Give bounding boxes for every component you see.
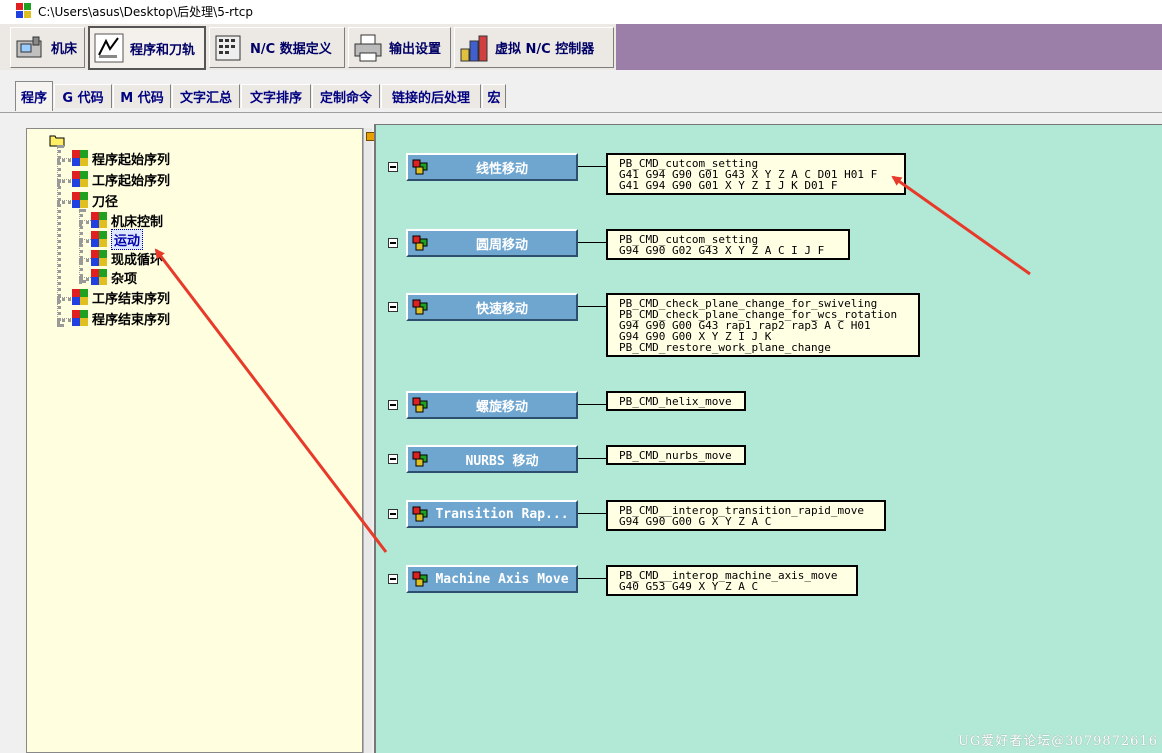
program-tree: 程序起始序列 工序起始序列 刀径 机床控制 运动 现成循环 杂项 工序结束序列 … <box>26 128 363 753</box>
tab-virtual-controller[interactable]: 虚拟 N/C 控制器 <box>454 27 614 68</box>
event-icon <box>412 571 428 587</box>
collapse-toggle[interactable] <box>388 162 398 172</box>
nc-data-icon <box>214 33 244 63</box>
collapse-toggle[interactable] <box>388 302 398 312</box>
collapse-toggle[interactable] <box>388 454 398 464</box>
tab-linked-posts[interactable]: 链接的后处理 <box>381 84 481 108</box>
tab-word-summary[interactable]: 文字汇总 <box>172 84 240 108</box>
collapse-toggle[interactable] <box>388 238 398 248</box>
tab-g-code[interactable]: G 代码 <box>54 84 112 108</box>
tree-item-program-start[interactable]: 程序起始序列 <box>72 149 170 168</box>
event-button-nurbs-move[interactable]: NURBS 移动 <box>406 445 578 473</box>
tree-item-toolpath[interactable]: 刀径 <box>72 191 118 210</box>
tree-item-motion[interactable]: 运动 <box>91 228 144 250</box>
sequence-icon <box>72 289 88 305</box>
sub-tab-strip: 程序 G 代码 M 代码 文字汇总 文字排序 定制命令 链接的后处理 宏 <box>0 72 1162 113</box>
tree-item-canned-cycle[interactable]: 现成循环 <box>91 249 163 268</box>
event-canvas: 线性移动 PB_CMD_cutcom_setting G41 G94 G90 G… <box>374 124 1162 753</box>
tab-nc-data[interactable]: N/C 数据定义 <box>209 27 345 68</box>
collapse-toggle[interactable] <box>388 509 398 519</box>
event-icon <box>412 506 428 522</box>
event-group-icon <box>91 231 107 247</box>
tab-word-sequence[interactable]: 文字排序 <box>241 84 311 108</box>
tab-program[interactable]: 程序 <box>15 81 53 111</box>
virtual-controller-icon <box>459 33 489 63</box>
tree-item-machine-control[interactable]: 机床控制 <box>91 211 163 230</box>
event-icon <box>412 235 428 251</box>
event-block[interactable]: PB_CMD_check_plane_change_for_swiveling … <box>606 293 920 357</box>
collapse-toggle[interactable] <box>388 574 398 584</box>
tab-custom-command[interactable]: 定制命令 <box>312 84 380 108</box>
event-group-icon <box>91 250 107 266</box>
tree-item-program-end[interactable]: 程序结束序列 <box>72 309 170 328</box>
tab-macro[interactable]: 宏 <box>482 84 506 108</box>
sequence-icon <box>72 310 88 326</box>
main-tab-strip: 机床 程序和刀轨 N/C 数据定义 输出设置 虚拟 N/C 控制器 <box>0 24 1162 70</box>
event-button-circular-move[interactable]: 圆周移动 <box>406 229 578 257</box>
event-button-rapid-move[interactable]: 快速移动 <box>406 293 578 321</box>
event-block[interactable]: PB_CMD__interop_transition_rapid_move G9… <box>606 500 886 531</box>
event-button-machine-axis-move[interactable]: Machine Axis Move <box>406 565 578 593</box>
sequence-icon <box>72 150 88 166</box>
event-block[interactable]: PB_CMD_cutcom_setting G41 G94 G90 G01 G4… <box>606 153 906 195</box>
tab-machine[interactable]: 机床 <box>10 27 85 68</box>
event-button-transition-rapid[interactable]: Transition Rap... <box>406 500 578 528</box>
tree-item-operation-start[interactable]: 工序起始序列 <box>72 170 170 189</box>
tree-item-misc[interactable]: 杂项 <box>91 268 137 287</box>
machine-icon <box>15 33 45 63</box>
event-button-helix-move[interactable]: 螺旋移动 <box>406 391 578 419</box>
program-toolpath-icon <box>94 33 124 63</box>
tree-splitter[interactable] <box>363 128 372 753</box>
event-icon <box>412 299 428 315</box>
event-icon <box>412 159 428 175</box>
event-block[interactable]: PB_CMD_cutcom_setting G94 G90 G02 G43 X … <box>606 229 850 260</box>
app-icon <box>16 3 32 19</box>
toolpath-icon <box>72 192 88 208</box>
event-icon <box>412 451 428 467</box>
tree-item-operation-end[interactable]: 工序结束序列 <box>72 288 170 307</box>
tab-program-toolpath[interactable]: 程序和刀轨 <box>88 26 206 70</box>
event-group-icon <box>91 269 107 285</box>
tab-output-settings[interactable]: 输出设置 <box>348 27 451 68</box>
collapse-toggle[interactable] <box>388 400 398 410</box>
printer-icon <box>353 33 383 63</box>
event-block[interactable]: PB_CMD_helix_move <box>606 391 746 411</box>
tab-m-code[interactable]: M 代码 <box>113 84 171 108</box>
event-icon <box>412 397 428 413</box>
watermark: UG爱好者论坛@3079872616 <box>957 734 1158 749</box>
window-title: C:\Users\asus\Desktop\后处理\5-rtcp <box>38 5 254 19</box>
title-bar: C:\Users\asus\Desktop\后处理\5-rtcp <box>0 0 1162 24</box>
event-block[interactable]: PB_CMD_nurbs_move <box>606 445 746 465</box>
event-block[interactable]: PB_CMD__interop_machine_axis_move G40 G5… <box>606 565 858 596</box>
event-group-icon <box>91 212 107 228</box>
event-button-linear-move[interactable]: 线性移动 <box>406 153 578 181</box>
sequence-icon <box>72 171 88 187</box>
